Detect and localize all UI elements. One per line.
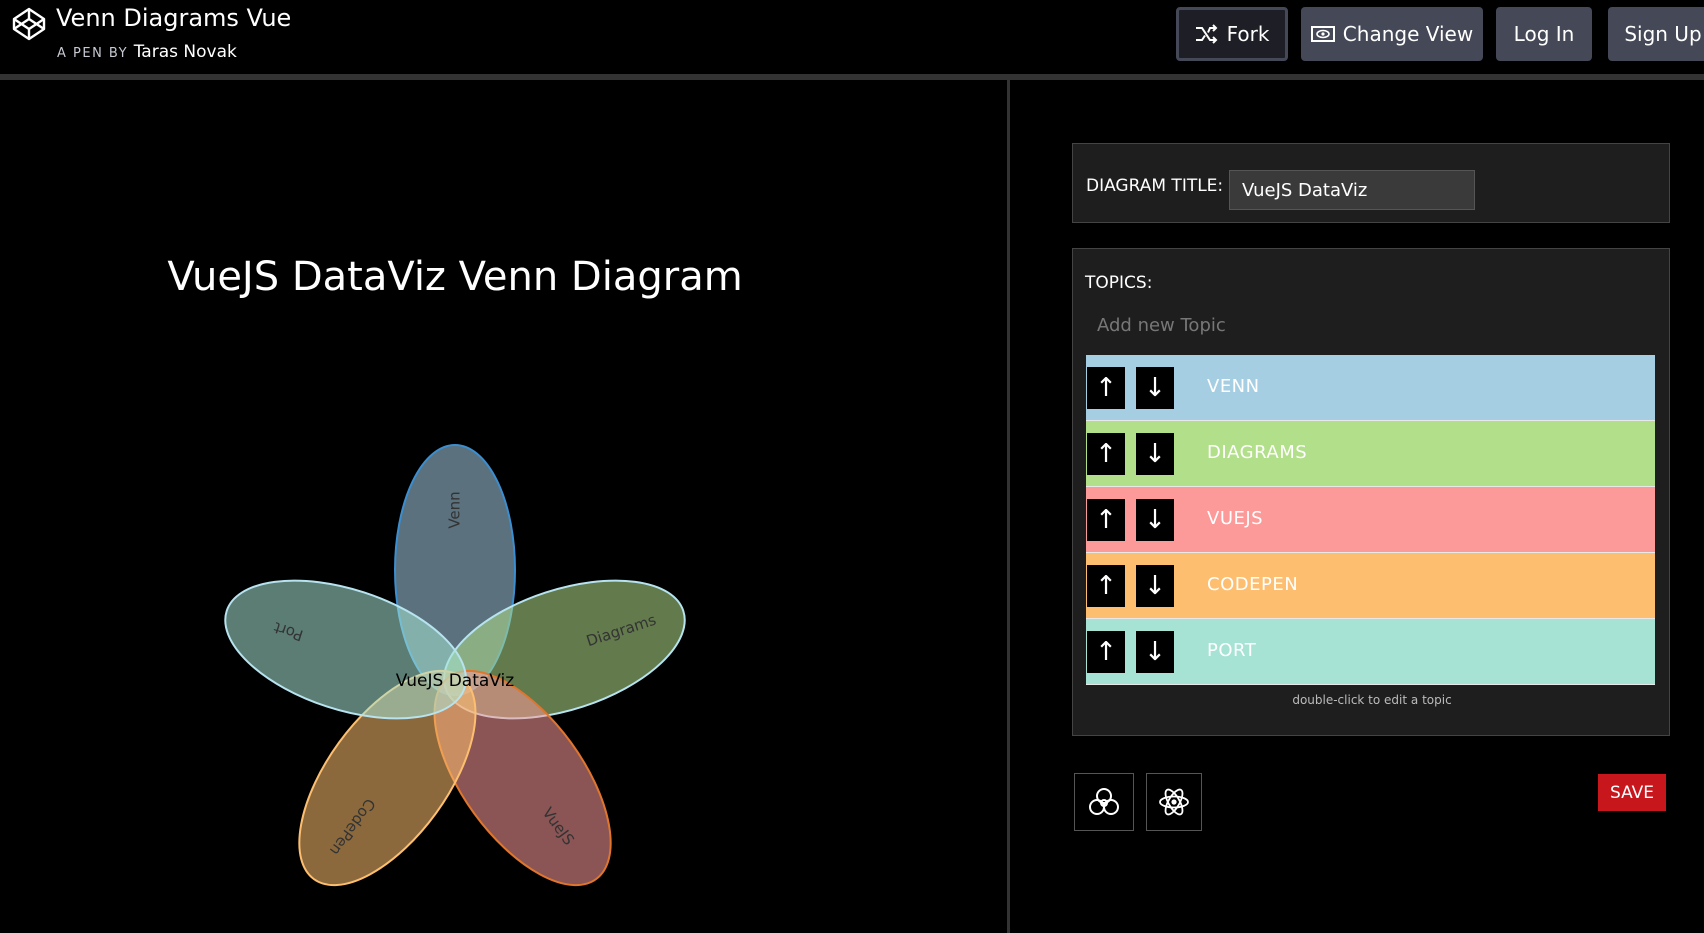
topic-label[interactable]: CODEPEN	[1207, 574, 1298, 595]
atom-icon	[1159, 788, 1189, 816]
by-label: A PEN BY	[57, 46, 129, 61]
move-up-button[interactable]: ↑	[1087, 631, 1125, 673]
topic-list: ↑ ↓ VENN ↑ ↓ DIAGRAMS ↑ ↓ VUEJS ↑ ↓ CODE…	[1086, 355, 1655, 685]
venn-diagram: VennDiagramsVueJSCodePenPort VueJS DataV…	[224, 444, 686, 887]
title-panel: DIAGRAM TITLE:	[1072, 143, 1670, 223]
edit-hint: double-click to edit a topic	[1292, 693, 1452, 707]
topics-label: TOPICS:	[1085, 273, 1153, 293]
venn-center-label: VueJS DataViz	[396, 671, 514, 691]
move-up-button[interactable]: ↑	[1087, 499, 1125, 541]
topic-label[interactable]: VENN	[1207, 376, 1260, 397]
topic-label[interactable]: DIAGRAMS	[1207, 442, 1307, 463]
move-down-button[interactable]: ↓	[1136, 367, 1174, 409]
eye-icon	[1310, 25, 1335, 43]
add-topic-input[interactable]	[1085, 309, 1625, 341]
top-bar: Venn Diagrams Vue A PEN BY Taras Novak F…	[0, 0, 1704, 74]
title-label: DIAGRAM TITLE:	[1086, 176, 1224, 196]
pen-title: Venn Diagrams Vue	[56, 4, 292, 32]
atom-button[interactable]	[1146, 773, 1202, 831]
move-down-button[interactable]: ↓	[1136, 631, 1174, 673]
venn-label-venn: Venn	[446, 491, 464, 528]
topic-row[interactable]: ↑ ↓ VENN	[1086, 355, 1655, 421]
biohazard-button[interactable]	[1074, 773, 1134, 831]
pen-byline: A PEN BY Taras Novak	[57, 42, 237, 62]
change-view-label: Change View	[1342, 22, 1474, 46]
move-down-button[interactable]: ↓	[1136, 565, 1174, 607]
topic-label[interactable]: VUEJS	[1207, 508, 1263, 529]
diagram-title-input[interactable]	[1229, 170, 1475, 210]
topic-label[interactable]: PORT	[1207, 640, 1256, 661]
topics-panel: TOPICS: ↑ ↓ VENN ↑ ↓ DIAGRAMS ↑ ↓ VUEJS …	[1072, 248, 1670, 736]
fork-icon	[1195, 24, 1219, 44]
change-view-button[interactable]: Change View	[1301, 7, 1483, 61]
move-up-button[interactable]: ↑	[1087, 565, 1125, 607]
biohazard-icon	[1089, 788, 1119, 815]
sign-up-button[interactable]: Sign Up	[1608, 7, 1704, 61]
topic-row[interactable]: ↑ ↓ PORT	[1086, 619, 1655, 685]
codepen-logo-icon[interactable]	[11, 6, 47, 42]
move-up-button[interactable]: ↑	[1087, 367, 1125, 409]
fork-button[interactable]: Fork	[1176, 7, 1288, 61]
topic-row[interactable]: ↑ ↓ VUEJS	[1086, 487, 1655, 553]
diagram-title: VueJS DataViz Venn Diagram	[167, 254, 743, 300]
move-down-button[interactable]: ↓	[1136, 433, 1174, 475]
topic-row[interactable]: ↑ ↓ DIAGRAMS	[1086, 421, 1655, 487]
top-bar-divider	[0, 74, 1704, 80]
log-in-button[interactable]: Log In	[1496, 7, 1592, 61]
save-button[interactable]: SAVE	[1598, 774, 1666, 811]
author-link[interactable]: Taras Novak	[134, 42, 237, 62]
vertical-divider	[1007, 80, 1010, 933]
fork-label: Fork	[1226, 22, 1270, 46]
move-up-button[interactable]: ↑	[1087, 433, 1125, 475]
move-down-button[interactable]: ↓	[1136, 499, 1174, 541]
topic-row[interactable]: ↑ ↓ CODEPEN	[1086, 553, 1655, 619]
